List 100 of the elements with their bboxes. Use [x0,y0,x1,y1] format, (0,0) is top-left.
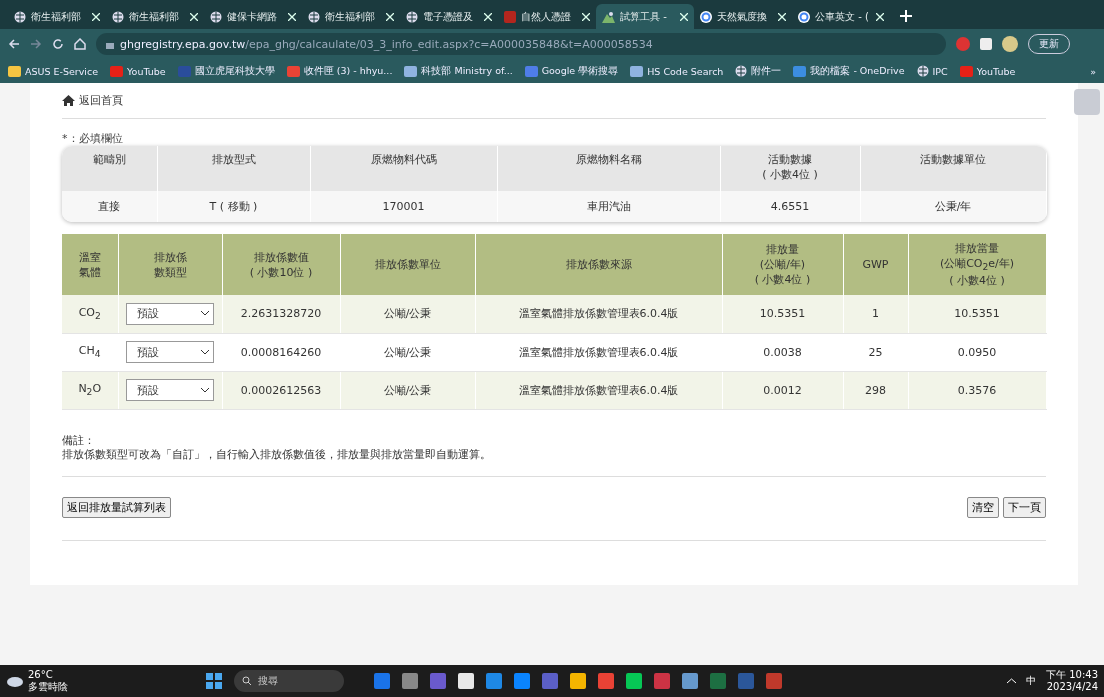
globe-icon [210,10,222,23]
browser-tab[interactable]: 健保卡網路 [204,4,302,29]
search-field[interactable]: 搜尋 [234,670,344,692]
table-cell: T ( 移動 ) [157,191,310,222]
home-icon [62,95,75,106]
table-cell: 298 [843,371,908,409]
globe-icon [14,10,26,23]
address-field[interactable]: ghgregistry.epa.gov.tw/epa_ghg/calcaulate/03_3_info_edit.aspx?c=A000035848&t=A000058534 [96,33,946,55]
bookmark-link[interactable]: Google 學術搜尋 [541,64,619,78]
browser-tab[interactable]: 衛生福利部 [8,4,106,29]
column-header: 原燃物料名稱 [497,146,720,191]
taskbar-app-icon[interactable] [738,673,754,689]
reload-icon[interactable] [52,38,64,50]
browser-tab[interactable]: 衛生福利部 [106,4,204,29]
taskbar-app-icon[interactable] [430,673,446,689]
home-link[interactable]: 返回首頁 [62,93,1046,119]
avatar-icon[interactable] [1002,36,1018,52]
globe-icon [916,65,929,77]
bookmark-link[interactable]: ASUS E-Service [25,65,99,77]
required-note: *：必填欄位 [62,131,124,146]
type-select[interactable]: 預設 [126,379,214,401]
close-icon[interactable] [386,12,394,21]
close-icon[interactable] [190,12,198,21]
chevron-icon[interactable] [1007,678,1016,684]
ime-indicator[interactable]: 中 [1026,674,1036,688]
browser-tab[interactable]: 天然氣度換 [694,4,792,29]
bookmark-link[interactable]: YouTube [976,65,1016,77]
table-cell: 25 [843,333,908,371]
taskbar-app-icon[interactable] [402,673,418,689]
column-header: 原燃物料代碼 [310,146,497,191]
search-icon [242,676,252,686]
taskbar-app-icon[interactable] [542,673,558,689]
column-header: 排放係數值 ( 小數10位 ) [222,234,340,295]
table-cell: 車用汽油 [497,191,720,222]
taskbar-app-icon[interactable] [766,673,782,689]
browser-tab[interactable]: 試算工具 - [596,4,694,29]
back-button[interactable]: 返回排放量試算列表 [62,497,171,519]
forward-icon[interactable] [30,38,42,50]
bookmark-link[interactable]: HS Code Search [647,65,724,77]
type-select[interactable]: 預設 [126,302,214,325]
taskbar-app-icon[interactable] [626,673,642,689]
weather-text: 多雲時陰 [28,681,68,693]
table-cell: CH$_{4}$ [62,333,118,371]
close-icon[interactable] [778,12,786,21]
bookmark-link[interactable]: IPC [932,65,948,77]
windows-start-icon[interactable] [206,673,222,689]
next-button[interactable]: 下一頁 [1003,497,1046,519]
close-icon[interactable] [680,12,688,21]
back-icon[interactable] [8,38,20,50]
taskbar-app-icon[interactable] [486,673,502,689]
table-cell: 公秉/年 [860,191,1046,222]
type-select[interactable]: 預設 [126,341,214,363]
taskbar-app-icon[interactable] [710,673,726,689]
bookmark-link[interactable]: 國立虎尾科技大學 [194,64,275,78]
table-cell: 溫室氣體排放係數管理表6.0.4版 [475,333,722,371]
clear-button[interactable]: 清空 [967,497,999,519]
browser-tab[interactable]: 自然人憑證 [498,4,596,29]
bookmark-link[interactable]: 收件匣 (3) - hhyu... [303,64,393,78]
table-cell: 溫室氣體排放係數管理表6.0.4版 [475,295,722,333]
mountain-icon [602,10,615,23]
column-header: 活動數據 ( 小數4位 ) [720,146,860,191]
browser-tab[interactable]: 衛生福利部 [302,4,400,29]
close-icon[interactable] [92,12,100,21]
column-header: GWP [843,234,908,295]
close-icon[interactable] [484,12,492,21]
taskbar-app-icon[interactable] [654,673,670,689]
bookmark-link[interactable]: 我的檔案 - OneDrive [810,64,905,78]
clock-time[interactable]: 下午 10:43 [1046,669,1098,681]
table-cell: 直接 [62,191,157,222]
remark-title: 備註： [62,433,96,448]
table-cell: 公噸/公秉 [340,333,475,371]
clock-date[interactable]: 2023/4/24 [1046,681,1098,693]
taskbar-app-icon[interactable] [374,673,390,689]
taskbar-app-icon[interactable] [570,673,586,689]
table-cell: 4.6551 [720,191,860,222]
bookmark-link[interactable]: 附件一 [751,64,782,78]
browser-tab[interactable]: 公車英文 - ( [792,4,890,29]
taskbar-app-icon[interactable] [514,673,530,689]
temperature: 26°C [28,669,54,681]
table-cell: 公噸/公秉 [340,371,475,409]
home-icon[interactable] [74,38,86,50]
new-tab-icon[interactable] [900,10,912,22]
taskbar-app-icon[interactable] [682,673,698,689]
column-header: 排放係數來源 [475,234,722,295]
globe-icon [735,65,748,77]
close-icon[interactable] [288,12,296,21]
table-cell: N$_{2}$O [62,371,118,409]
more-bookmarks[interactable]: » [1090,65,1096,77]
remark-text: 排放係數類型可改為「自訂」，自行輸入排放係數值後，排放量與排放當量即自動運算。 [62,447,492,463]
browser-tab[interactable]: 電子憑證及 [400,4,498,29]
table-cell: 公噸/公秉 [340,295,475,333]
close-icon[interactable] [582,12,590,21]
column-header: 排放量 (公噸/年) ( 小數4位 ) [722,234,843,295]
taskbar-app-icon[interactable] [458,673,474,689]
table-cell: 10.5351 [722,295,843,333]
chevron-icon [201,387,209,393]
bookmark-link[interactable]: 科技部 Ministry of... [421,64,513,78]
bookmark-link[interactable]: YouTube [127,65,166,77]
taskbar-app-icon[interactable] [598,673,614,689]
close-icon[interactable] [876,12,884,21]
